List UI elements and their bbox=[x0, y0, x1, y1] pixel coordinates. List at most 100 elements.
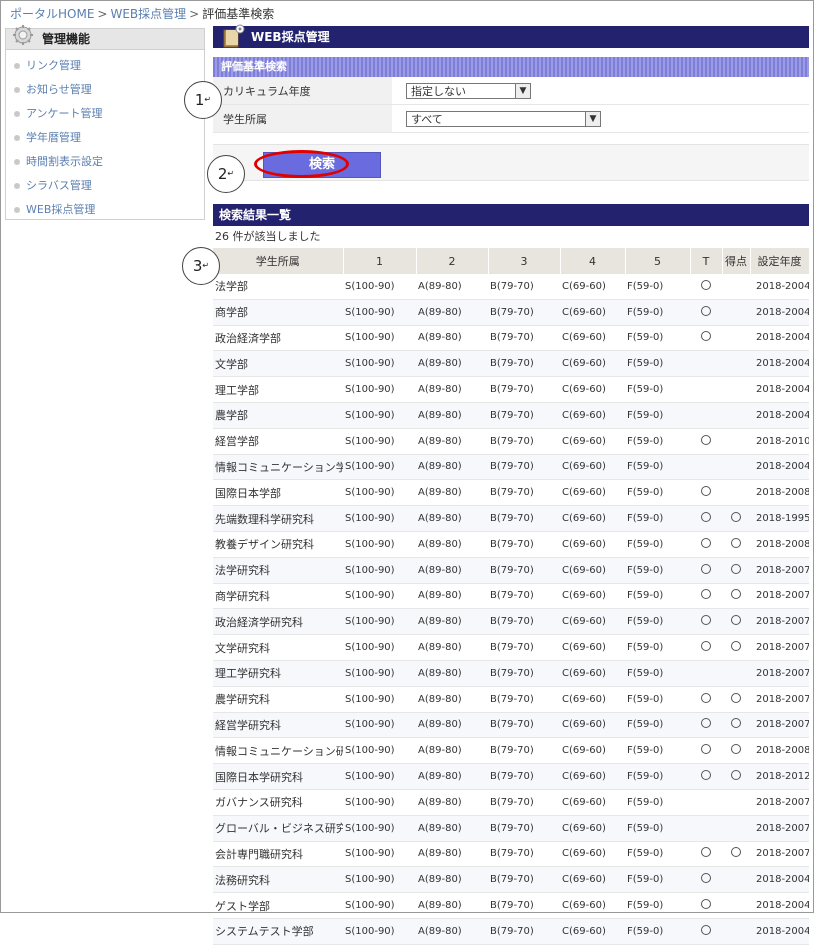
table-row[interactable]: 教養デザイン研究科 S(100-90) A(89-80) B(79-70) C(69-6… bbox=[213, 531, 809, 558]
grade-cell: F(59-0) bbox=[625, 531, 690, 558]
grade-cell: F(59-0) bbox=[625, 789, 690, 816]
sidebar-item-label[interactable]: アンケート管理 bbox=[26, 107, 103, 120]
circle-mark-icon bbox=[700, 279, 711, 290]
table-row[interactable]: ガバナンス研究科 S(100-90) A(89-80) B(79-70) C(69-60… bbox=[213, 789, 809, 816]
sidebar-item-label[interactable]: WEB採点管理 bbox=[26, 203, 95, 216]
table-row[interactable]: 文学研究科 S(100-90) A(89-80) B(79-70) C(69-60) F(… bbox=[213, 634, 809, 661]
table-row[interactable]: 経営学部 S(100-90) A(89-80) B(79-70) C(69-60) F(5… bbox=[213, 428, 809, 455]
curriculum-year-select[interactable]: 指定しない ▼ bbox=[406, 82, 531, 99]
circle-mark-icon bbox=[730, 770, 741, 781]
table-row[interactable]: 政治経済学研究科 S(100-90) A(89-80) B(79-70) C(69-60… bbox=[213, 608, 809, 636]
grade-cell: S(100-90) bbox=[343, 505, 416, 532]
chevron-down-icon[interactable]: ▼ bbox=[515, 83, 530, 98]
grade-cell: F(59-0) bbox=[625, 892, 690, 919]
sidebar: 管理機能 リンク管理 お知らせ管理 アンケート管理 学年暦管理 時間割表示設定 シラバス管… bbox=[5, 25, 205, 222]
t-cell bbox=[690, 763, 722, 790]
sidebar-item-label[interactable]: 時間割表示設定 bbox=[26, 155, 103, 168]
table-row[interactable]: 法学研究科 S(100-90) A(89-80) B(79-70) C(69-60) F(… bbox=[213, 557, 809, 584]
score-cell bbox=[722, 763, 750, 790]
grade-cell: S(100-90) bbox=[343, 763, 416, 790]
t-cell bbox=[690, 505, 722, 532]
book-icon bbox=[223, 24, 245, 48]
grade-cell: C(69-60) bbox=[560, 274, 625, 300]
affiliation-cell: 農学部 bbox=[213, 402, 343, 429]
callout-1: 1↵ bbox=[184, 81, 222, 119]
table-row[interactable]: 法務研究科 S(100-90) A(89-80) B(79-70) C(69-60) F(… bbox=[213, 866, 809, 894]
table-row[interactable]: 政治経済学部 S(100-90) A(89-80) B(79-70) C(69-60) F… bbox=[213, 325, 809, 352]
year-cell: 2018-2007 bbox=[750, 841, 809, 868]
result-count: 26 件が該当しました bbox=[215, 230, 321, 243]
table-row[interactable]: 文学部 S(100-90) A(89-80) B(79-70) C(69-60) F(59… bbox=[213, 350, 809, 378]
grade-cell: S(100-90) bbox=[343, 376, 416, 403]
table-row[interactable]: 国際日本学部 S(100-90) A(89-80) B(79-70) C(69-60) F… bbox=[213, 479, 809, 507]
table-row[interactable]: 先端数理科学研究科 S(100-90) A(89-80) B(79-70) C(69-6… bbox=[213, 505, 809, 532]
breadcrumb-section-link[interactable]: WEB採点管理 bbox=[110, 7, 186, 21]
breadcrumb: ポータルHOME > WEB採点管理 > 評価基準検索 bbox=[10, 5, 274, 22]
grade-cell: S(100-90) bbox=[343, 608, 416, 636]
bullet-icon bbox=[14, 207, 20, 213]
table-row[interactable]: 農学部 S(100-90) A(89-80) B(79-70) C(69-60) F(59… bbox=[213, 402, 809, 429]
grade-cell: C(69-60) bbox=[560, 583, 625, 610]
sidebar-item[interactable]: シラバス管理 bbox=[6, 174, 204, 198]
sidebar-item-label[interactable]: シラバス管理 bbox=[26, 179, 92, 192]
t-cell bbox=[690, 583, 722, 610]
bullet-icon bbox=[14, 87, 20, 93]
table-row[interactable]: 情報コミュニケーション学部S(100-90)A(89-80)B(79-70)C(… bbox=[213, 454, 809, 481]
grade-cell: S(100-90) bbox=[343, 583, 416, 610]
grade-cell: C(69-60) bbox=[560, 608, 625, 636]
table-row[interactable]: 商学部 S(100-90) A(89-80) B(79-70) C(69-60) F(59… bbox=[213, 299, 809, 326]
grade-cell: C(69-60) bbox=[560, 505, 625, 532]
affiliation-cell: 情報コミュニケーション研究科 bbox=[213, 737, 343, 765]
bullet-icon bbox=[14, 63, 20, 69]
grade-cell: S(100-90) bbox=[343, 402, 416, 429]
grade-cell: F(59-0) bbox=[625, 505, 690, 532]
sidebar-item[interactable]: 学年暦管理 bbox=[6, 126, 204, 150]
grade-cell: C(69-60) bbox=[560, 454, 625, 481]
grade-cell: F(59-0) bbox=[625, 299, 690, 326]
sidebar-item[interactable]: お知らせ管理 bbox=[6, 78, 204, 102]
circle-mark-icon bbox=[700, 744, 711, 755]
grade-cell: S(100-90) bbox=[343, 274, 416, 300]
table-row[interactable]: 国際日本学研究科 S(100-90) A(89-80) B(79-70) C(69-60… bbox=[213, 763, 809, 790]
table-row[interactable]: 法学部 S(100-90) A(89-80) B(79-70) C(69-60) F(59… bbox=[213, 274, 809, 300]
grade-cell: B(79-70) bbox=[488, 479, 560, 507]
score-cell bbox=[722, 274, 750, 300]
year-cell: 2018-2007 bbox=[750, 815, 809, 842]
sidebar-item[interactable]: アンケート管理 bbox=[6, 102, 204, 126]
grade-cell: C(69-60) bbox=[560, 841, 625, 868]
table-row[interactable]: 情報コミュニケーション研究科S(100-90)A(89-80)B(79-70)C… bbox=[213, 737, 809, 765]
sidebar-item[interactable]: リンク管理 bbox=[6, 54, 204, 78]
results-header-row: 学生所属 1 2 3 4 5 T 得点 設定年度 bbox=[213, 248, 810, 274]
table-row[interactable]: 商学研究科 S(100-90) A(89-80) B(79-70) C(69-60) F(… bbox=[213, 583, 809, 610]
sidebar-item[interactable]: WEB採点管理 bbox=[6, 198, 204, 222]
table-row[interactable]: グローバル・ビジネス研究科S(100-90)A(89-80)B(79-70)C(… bbox=[213, 815, 809, 842]
t-cell bbox=[690, 634, 722, 661]
breadcrumb-home-link[interactable]: ポータルHOME bbox=[10, 7, 94, 21]
t-cell bbox=[690, 892, 722, 919]
table-row[interactable]: ゲスト学部 S(100-90) A(89-80) B(79-70) C(69-60) F(… bbox=[213, 892, 809, 919]
sidebar-item[interactable]: 時間割表示設定 bbox=[6, 150, 204, 174]
affiliation-cell: 国際日本学研究科 bbox=[213, 763, 343, 790]
grade-cell: C(69-60) bbox=[560, 712, 625, 739]
table-row[interactable]: 会計専門職研究科 S(100-90) A(89-80) B(79-70) C(69-60… bbox=[213, 841, 809, 868]
grade-cell: A(89-80) bbox=[416, 531, 488, 558]
grade-cell: C(69-60) bbox=[560, 376, 625, 403]
sidebar-item-label[interactable]: お知らせ管理 bbox=[26, 83, 92, 96]
year-cell: 2018-2007 bbox=[750, 789, 809, 816]
grade-cell: B(79-70) bbox=[488, 299, 560, 326]
chevron-down-icon[interactable]: ▼ bbox=[585, 111, 600, 126]
sidebar-item-label[interactable]: 学年暦管理 bbox=[26, 131, 81, 144]
affiliation-select[interactable]: すべて ▼ bbox=[406, 110, 601, 127]
table-row[interactable]: 農学研究科 S(100-90) A(89-80) B(79-70) C(69-60) F(… bbox=[213, 686, 809, 713]
sidebar-item-label[interactable]: リンク管理 bbox=[26, 59, 81, 72]
table-row[interactable]: 理工学部 S(100-90) A(89-80) B(79-70) C(69-60) F(5… bbox=[213, 376, 809, 403]
table-row[interactable]: 理工学研究科 S(100-90) A(89-80) B(79-70) C(69-60) F… bbox=[213, 660, 809, 687]
score-cell bbox=[722, 892, 750, 919]
affiliation-cell: 先端数理科学研究科 bbox=[213, 505, 343, 532]
table-row[interactable]: システムテスト学部 S(100-90) A(89-80) B(79-70) C(69-6… bbox=[213, 918, 809, 945]
grade-cell: C(69-60) bbox=[560, 815, 625, 842]
year-cell: 2018-2007 bbox=[750, 557, 809, 584]
year-cell: 2018-2004 bbox=[750, 350, 809, 378]
score-cell bbox=[722, 712, 750, 739]
table-row[interactable]: 経営学研究科 S(100-90) A(89-80) B(79-70) C(69-60) F… bbox=[213, 712, 809, 739]
